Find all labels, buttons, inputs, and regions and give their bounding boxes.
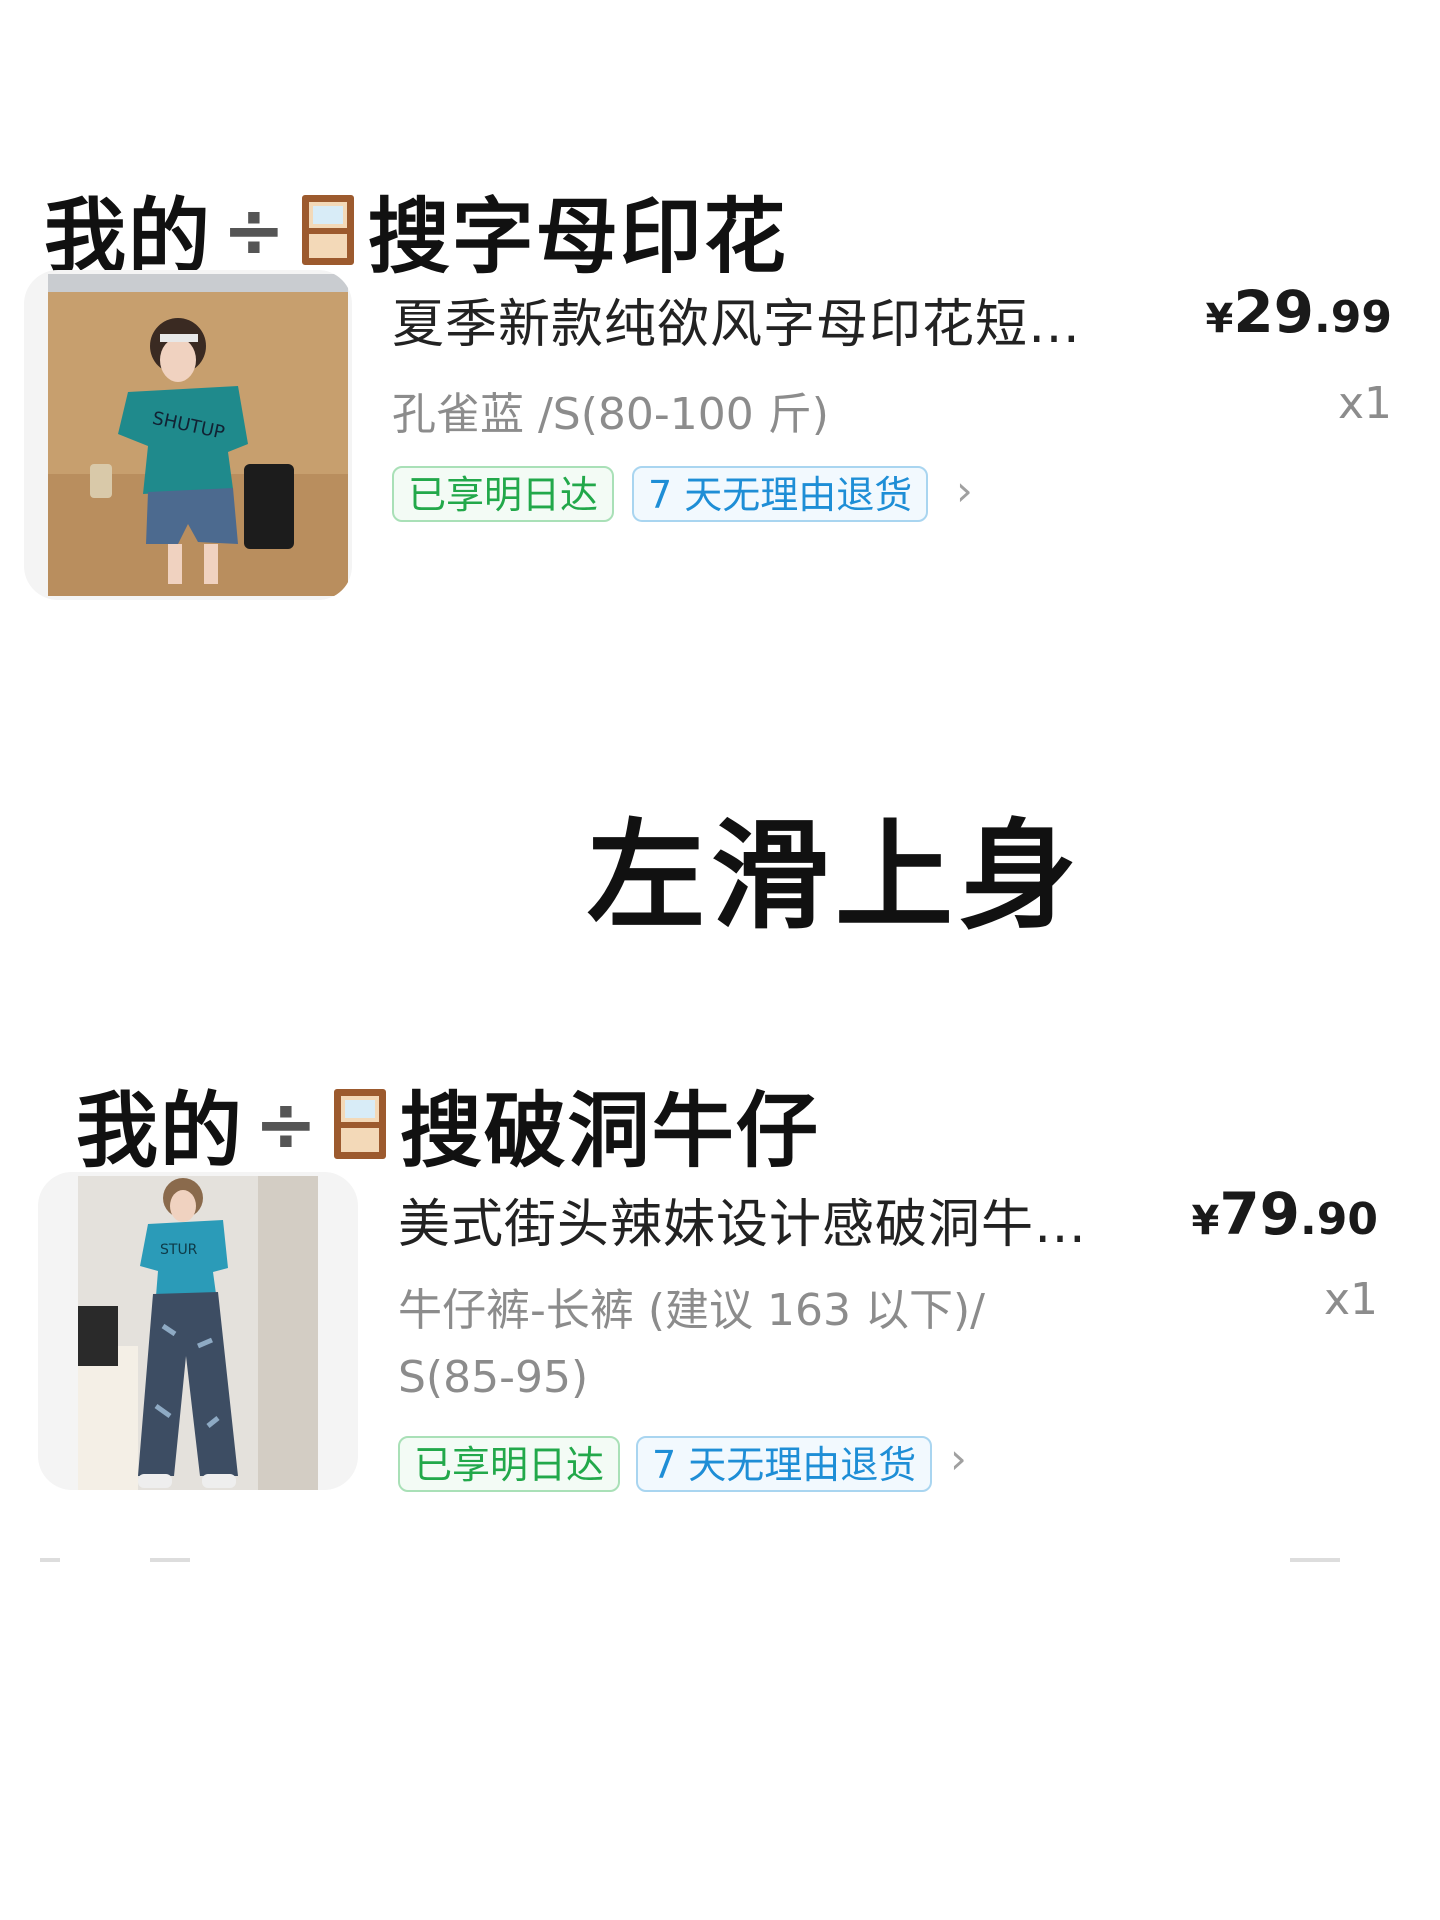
- product-image[interactable]: SHUTUP: [48, 274, 348, 596]
- price-integer: 29: [1233, 278, 1315, 346]
- product-title[interactable]: 夏季新款纯欲风字母印花短…: [392, 282, 1081, 357]
- heading-prefix: 我的: [76, 1084, 245, 1179]
- product-card-1[interactable]: SHUTUP 夏季新款纯欲风字母印花短… ¥29.99 孔雀蓝 /S(80-10…: [0, 270, 1440, 610]
- product-thumbnail-wrap[interactable]: STUR: [38, 1172, 358, 1490]
- product-quantity: x1: [1323, 1274, 1378, 1325]
- price-decimal: .99: [1314, 292, 1392, 343]
- divide-sign: ÷: [222, 185, 288, 274]
- price-decimal: .90: [1300, 1194, 1378, 1245]
- heading-suffix: 搜破洞牛仔: [399, 1084, 820, 1179]
- seven-day-return-badge: 7 天无理由退货: [632, 466, 929, 522]
- next-day-delivery-badge: 已享明日达: [392, 466, 615, 522]
- price-integer: 79: [1219, 1180, 1301, 1248]
- chevron-right-icon[interactable]: ›: [950, 1434, 967, 1483]
- product-price: ¥29.99: [1205, 278, 1392, 346]
- chevron-right-icon[interactable]: ›: [956, 466, 973, 515]
- product-image[interactable]: STUR: [78, 1176, 318, 1490]
- product-title[interactable]: 美式街头辣妹设计感破洞牛…: [398, 1182, 1087, 1257]
- seven-day-return-badge: 7 天无理由退货: [636, 1436, 933, 1492]
- product-spec: 孔雀蓝 /S(80-100 斤): [392, 389, 829, 440]
- swipe-left-title: 左滑上身: [586, 807, 1083, 945]
- product-spec-line-2: S(85-95): [398, 1352, 589, 1403]
- product-thumbnail-wrap[interactable]: SHUTUP: [24, 270, 352, 600]
- window-icon: [301, 194, 354, 265]
- product-card-2[interactable]: STUR 美式街头辣妹设计感破洞牛… ¥79.90 牛仔裤-长裤 (建议 163…: [0, 1168, 1440, 1508]
- product-quantity: x1: [1337, 378, 1392, 429]
- cropped-next-row-edge: [40, 1558, 1390, 1562]
- price-currency: ¥: [1191, 1198, 1220, 1244]
- product-price: ¥79.90: [1191, 1180, 1378, 1248]
- next-day-delivery-badge: 已享明日达: [398, 1436, 621, 1492]
- divide-sign: ÷: [254, 1079, 320, 1168]
- product-spec-line-1: 牛仔裤-长裤 (建议 163 以下)/: [398, 1285, 985, 1336]
- price-currency: ¥: [1205, 296, 1234, 342]
- section-heading-2: 我的 ÷ 搜破洞牛仔: [76, 1064, 820, 1183]
- window-icon: [333, 1088, 386, 1159]
- svg-text:STUR: STUR: [160, 1242, 198, 1258]
